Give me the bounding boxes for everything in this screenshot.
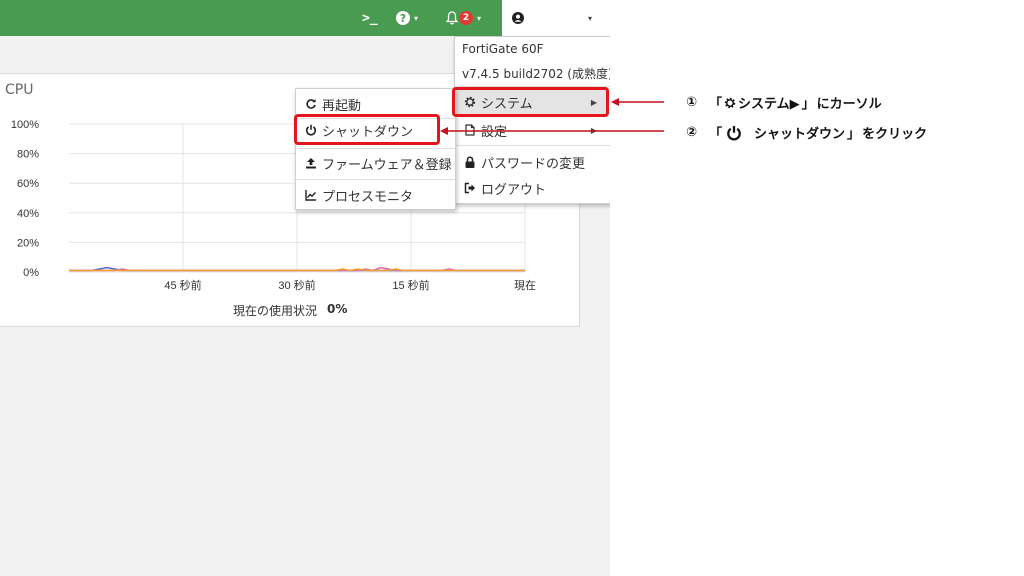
step2-target-label: シャットダウン xyxy=(754,127,846,142)
annotation-step1: ① 「 システム▶ 」 にカーソル xyxy=(686,93,882,112)
arrow-head-step2 xyxy=(440,127,448,135)
annotation-step2: ② 「 シャットダウン 」 をクリック xyxy=(686,123,927,142)
bracket-close: 」 xyxy=(801,97,815,112)
step1-target-label: システム▶ xyxy=(738,97,800,112)
arrow-head-step1 xyxy=(611,98,619,106)
bracket-open: 「 xyxy=(709,127,723,142)
step2-instruction: をクリック xyxy=(862,127,928,142)
annotation-arrows xyxy=(440,98,664,135)
gear-icon xyxy=(724,97,736,108)
power-icon xyxy=(727,125,741,140)
bracket-open: 「 xyxy=(709,97,723,112)
step1-instruction: にカーソル xyxy=(816,97,882,112)
step-number: ① xyxy=(686,95,698,110)
bracket-close: 」 xyxy=(847,127,861,142)
step-number: ② xyxy=(686,125,698,140)
